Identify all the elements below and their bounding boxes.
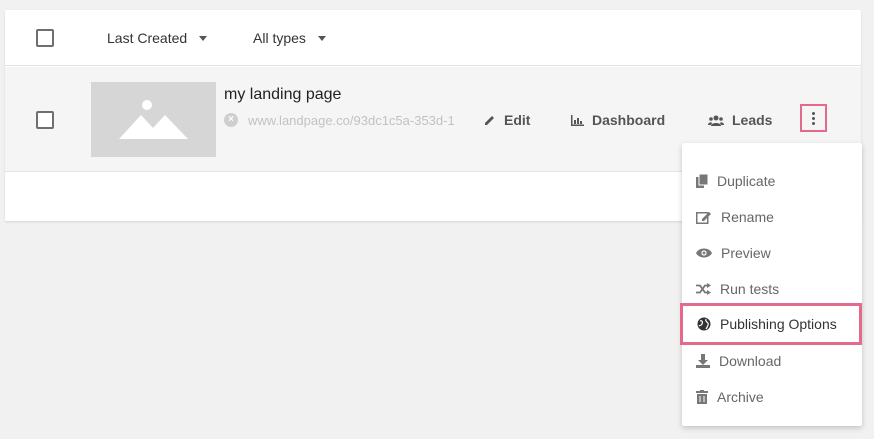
menu-item-label: Duplicate bbox=[717, 173, 776, 189]
menu-item-label: Preview bbox=[721, 245, 771, 261]
edit-button[interactable]: Edit bbox=[484, 112, 530, 128]
menu-item-label: Archive bbox=[717, 389, 764, 405]
menu-item-label: Publishing Options bbox=[720, 316, 837, 332]
sort-dropdown-label: Last Created bbox=[107, 30, 188, 46]
image-placeholder-icon bbox=[119, 100, 188, 139]
sort-dropdown[interactable]: Last Created bbox=[107, 30, 208, 46]
page-url-text: www.landpage.co/93dc1c5a-353d-1 bbox=[248, 112, 455, 128]
menu-item-label: Run tests bbox=[720, 281, 780, 297]
caret-down-icon bbox=[199, 35, 208, 41]
menu-item-label: Rename bbox=[721, 209, 774, 225]
trash-icon bbox=[696, 390, 708, 404]
duplicate-icon bbox=[696, 174, 708, 188]
menu-item-label: Download bbox=[719, 353, 782, 369]
page-url[interactable]: × www.landpage.co/93dc1c5a-353d-1 bbox=[224, 111, 481, 129]
pencil-icon bbox=[485, 116, 494, 125]
more-options-menu: Duplicate Rename Preview Run tests Publi… bbox=[680, 143, 862, 426]
unpublished-icon: × bbox=[224, 113, 238, 127]
page-title[interactable]: my landing page bbox=[224, 86, 341, 104]
leads-label: Leads bbox=[732, 112, 773, 128]
menu-item-download[interactable]: Download bbox=[682, 343, 862, 379]
menu-item-publishing-options[interactable]: Publishing Options bbox=[680, 303, 862, 345]
dashboard-label: Dashboard bbox=[592, 112, 666, 128]
menu-item-archive[interactable]: Archive bbox=[682, 379, 862, 415]
more-vertical-icon bbox=[812, 111, 815, 126]
menu-item-preview[interactable]: Preview bbox=[682, 235, 862, 271]
menu-item-run-tests[interactable]: Run tests bbox=[682, 271, 862, 307]
dashboard-button[interactable]: Dashboard bbox=[571, 112, 665, 128]
eye-icon bbox=[696, 248, 712, 258]
list-toolbar: Last Created All types bbox=[5, 10, 861, 66]
bar-chart-icon bbox=[571, 114, 584, 126]
menu-item-duplicate[interactable]: Duplicate bbox=[682, 163, 862, 199]
users-icon bbox=[708, 115, 724, 126]
menu-item-rename[interactable]: Rename bbox=[682, 199, 862, 235]
caret-down-icon bbox=[317, 35, 326, 41]
type-filter-label: All types bbox=[253, 30, 306, 46]
leads-button[interactable]: Leads bbox=[708, 112, 772, 128]
type-filter-dropdown[interactable]: All types bbox=[253, 30, 326, 46]
page-thumbnail[interactable] bbox=[91, 82, 216, 157]
globe-icon bbox=[697, 317, 711, 331]
shuffle-icon bbox=[696, 283, 711, 295]
edit-label: Edit bbox=[504, 112, 531, 128]
more-options-button[interactable] bbox=[800, 104, 827, 132]
download-icon bbox=[696, 354, 710, 368]
rename-icon bbox=[696, 212, 711, 224]
select-all-checkbox[interactable] bbox=[36, 29, 54, 47]
row-checkbox[interactable] bbox=[36, 111, 54, 129]
